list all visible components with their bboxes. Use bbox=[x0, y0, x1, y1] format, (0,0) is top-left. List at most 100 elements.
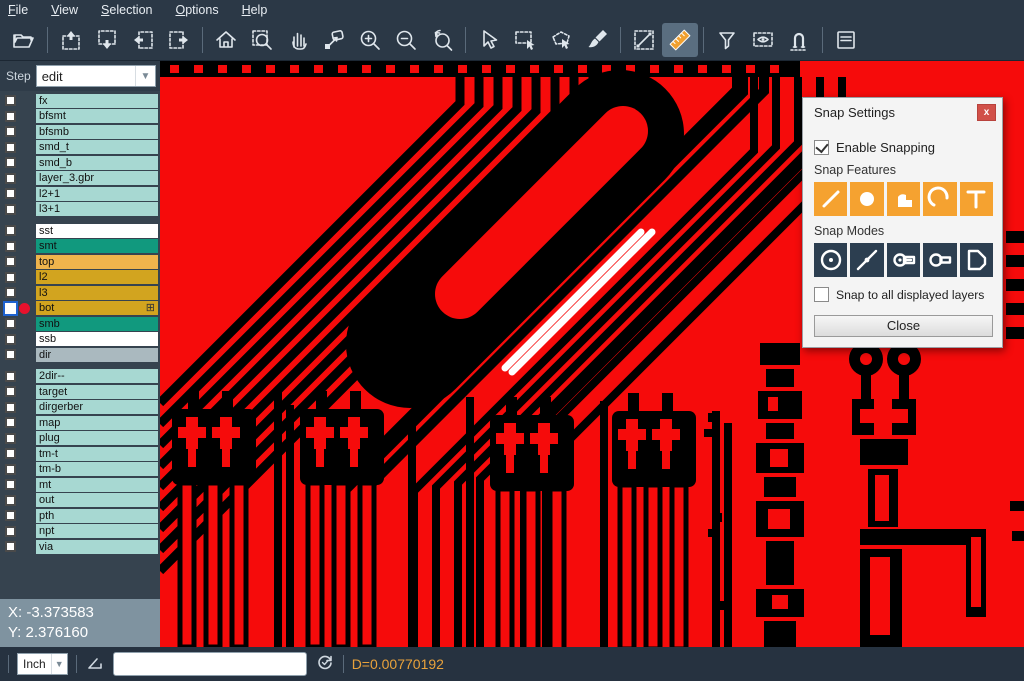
layer-name-strip[interactable]: l2 bbox=[36, 270, 158, 284]
sync-circle-icon[interactable] bbox=[315, 652, 335, 677]
snap-all-layers-checkbox[interactable] bbox=[814, 287, 829, 302]
layer-visibility-checkbox[interactable] bbox=[5, 142, 16, 153]
layer-visibility-checkbox[interactable] bbox=[5, 318, 16, 329]
layer-visibility-checkbox[interactable] bbox=[5, 95, 16, 106]
layer-row-l3[interactable]: l3 bbox=[0, 285, 160, 301]
layer-row-ssb[interactable]: ssb bbox=[0, 332, 160, 348]
layer-row-smb[interactable]: smb bbox=[0, 316, 160, 332]
layer-name-strip[interactable]: sst bbox=[36, 224, 158, 238]
units-select[interactable]: Inch ▼ bbox=[17, 653, 68, 675]
layer-row-l2[interactable]: l2 bbox=[0, 270, 160, 286]
pan-up-button[interactable] bbox=[53, 23, 89, 57]
pcb-canvas[interactable]: Snap Settings x Enable Snapping Snap Fea… bbox=[160, 61, 1024, 647]
layer-visibility-checkbox[interactable] bbox=[5, 448, 16, 459]
measure-line-button[interactable] bbox=[626, 23, 662, 57]
layer-name-strip[interactable]: dir bbox=[36, 348, 158, 362]
open-file-button[interactable] bbox=[6, 23, 42, 57]
layer-name-strip[interactable]: l2+1 bbox=[36, 187, 158, 201]
layer-name-strip[interactable]: smd_t bbox=[36, 140, 158, 154]
layer-name-strip[interactable]: top bbox=[36, 255, 158, 269]
layer-name-strip[interactable]: smd_b bbox=[36, 156, 158, 170]
snap-mode-pad-entry-filled-button[interactable] bbox=[887, 243, 920, 277]
layer-row-target[interactable]: target bbox=[0, 384, 160, 400]
layer-name-strip[interactable]: l3+1 bbox=[36, 202, 158, 216]
layer-name-strip[interactable]: mt bbox=[36, 478, 158, 492]
layer-visibility-checkbox[interactable] bbox=[5, 386, 16, 397]
home-view-button[interactable] bbox=[208, 23, 244, 57]
layer-name-strip[interactable]: bfsmt bbox=[36, 109, 158, 123]
snap-feature-text-button[interactable] bbox=[960, 182, 993, 216]
zoom-previous-button[interactable] bbox=[424, 23, 460, 57]
layer-row-out[interactable]: out bbox=[0, 493, 160, 509]
dialog-close-button[interactable]: Close bbox=[814, 315, 993, 337]
enable-snapping-row[interactable]: Enable Snapping bbox=[814, 140, 993, 155]
snap-mode-pad-entry-button[interactable] bbox=[923, 243, 956, 277]
layer-visibility-checkbox[interactable] bbox=[5, 272, 16, 283]
layer-visibility-checkbox[interactable] bbox=[5, 256, 16, 267]
menu-help[interactable]: Help bbox=[242, 3, 268, 17]
drag-view-button[interactable] bbox=[316, 23, 352, 57]
layer-visibility-checkbox[interactable] bbox=[5, 349, 16, 360]
dialog-title-bar[interactable]: Snap Settings x bbox=[803, 98, 1002, 127]
snap-feature-line-button[interactable] bbox=[814, 182, 847, 216]
layer-visibility-checkbox[interactable] bbox=[5, 402, 16, 413]
layer-name-strip[interactable]: target bbox=[36, 385, 158, 399]
layer-name-strip[interactable]: tm-t bbox=[36, 447, 158, 461]
layer-row-layer_3.gbr[interactable]: layer_3.gbr bbox=[0, 171, 160, 187]
layer-row-dirgerber[interactable]: dirgerber bbox=[0, 400, 160, 416]
snap-all-layers-row[interactable]: Snap to all displayed layers bbox=[814, 287, 993, 302]
layer-row-l2+1[interactable]: l2+1 bbox=[0, 186, 160, 202]
layer-name-strip[interactable]: out bbox=[36, 493, 158, 507]
layer-visibility-checkbox[interactable] bbox=[5, 126, 16, 137]
step-select[interactable]: edit ▼ bbox=[36, 65, 156, 87]
measure-input[interactable] bbox=[113, 652, 307, 676]
menu-selection[interactable]: Selection bbox=[101, 3, 152, 17]
layer-name-strip[interactable]: pth bbox=[36, 509, 158, 523]
layer-name-strip[interactable]: via bbox=[36, 540, 158, 554]
layer-visibility-checkbox[interactable] bbox=[5, 204, 16, 215]
layer-name-strip[interactable]: fx bbox=[36, 94, 158, 108]
close-icon[interactable]: x bbox=[977, 104, 996, 121]
zoom-window-button[interactable] bbox=[244, 23, 280, 57]
layer-row-smt[interactable]: smt bbox=[0, 239, 160, 255]
layer-row-pth[interactable]: pth bbox=[0, 508, 160, 524]
layer-name-strip[interactable]: npt bbox=[36, 524, 158, 538]
layer-row-top[interactable]: top bbox=[0, 254, 160, 270]
snap-mode-center-button[interactable] bbox=[814, 243, 847, 277]
layer-row-bot[interactable]: bot⊞ bbox=[0, 301, 160, 317]
report-form-button[interactable] bbox=[828, 23, 864, 57]
layer-name-strip[interactable]: dirgerber bbox=[36, 400, 158, 414]
layer-visibility-checkbox[interactable] bbox=[5, 526, 16, 537]
layer-row-via[interactable]: via bbox=[0, 539, 160, 555]
layer-visibility-checkbox[interactable] bbox=[5, 173, 16, 184]
layer-visibility-checkbox[interactable] bbox=[5, 495, 16, 506]
layer-row-dir[interactable]: dir bbox=[0, 347, 160, 363]
menu-options[interactable]: Options bbox=[175, 3, 218, 17]
poly-select-button[interactable] bbox=[543, 23, 579, 57]
snap-magnet-button[interactable] bbox=[781, 23, 817, 57]
snap-feature-surface-button[interactable] bbox=[887, 182, 920, 216]
layer-visibility-checkbox[interactable] bbox=[5, 157, 16, 168]
pan-hand-button[interactable] bbox=[280, 23, 316, 57]
layer-row-sst[interactable]: sst bbox=[0, 223, 160, 239]
layer-row-tm-t[interactable]: tm-t bbox=[0, 446, 160, 462]
layer-name-strip[interactable]: plug bbox=[36, 431, 158, 445]
layer-row-smd_t[interactable]: smd_t bbox=[0, 140, 160, 156]
layer-visibility-checkbox[interactable] bbox=[5, 111, 16, 122]
snap-feature-arc-button[interactable] bbox=[923, 182, 956, 216]
rect-select-button[interactable] bbox=[507, 23, 543, 57]
show-selection-button[interactable] bbox=[745, 23, 781, 57]
layer-row-fx[interactable]: fx bbox=[0, 93, 160, 109]
layer-name-strip[interactable]: smt bbox=[36, 239, 158, 253]
layer-name-strip[interactable]: ssb bbox=[36, 332, 158, 346]
layer-visibility-checkbox[interactable] bbox=[5, 433, 16, 444]
layer-visibility-checkbox[interactable] bbox=[5, 417, 16, 428]
pan-left-button[interactable] bbox=[125, 23, 161, 57]
layer-name-strip[interactable]: bfsmb bbox=[36, 125, 158, 139]
layer-name-strip[interactable]: map bbox=[36, 416, 158, 430]
snap-feature-pad-button[interactable] bbox=[850, 182, 883, 216]
layer-visibility-checkbox[interactable] bbox=[5, 188, 16, 199]
select-arrow-button[interactable] bbox=[471, 23, 507, 57]
layer-name-strip[interactable]: smb bbox=[36, 317, 158, 331]
layer-row-tm-b[interactable]: tm-b bbox=[0, 462, 160, 478]
